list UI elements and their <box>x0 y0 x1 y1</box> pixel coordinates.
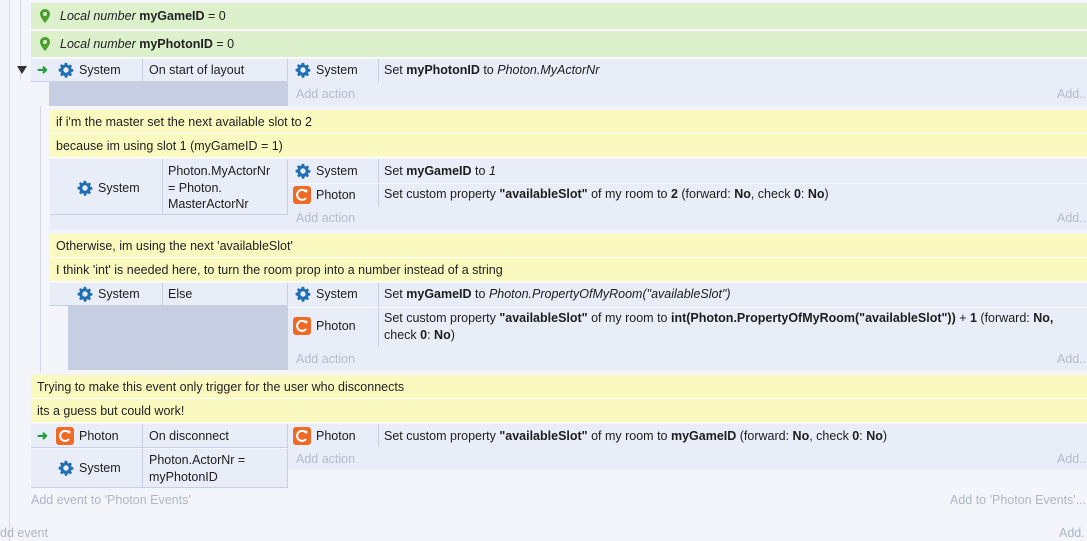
add-action-right-link[interactable]: Add.. <box>1057 211 1086 225</box>
plugin-name: Photon <box>316 319 356 333</box>
action-text[interactable]: Set myGameID to 1 <box>384 163 496 180</box>
condition-plugin: System <box>77 286 140 302</box>
action-text[interactable]: Set custom property "availableSlot" of m… <box>384 186 829 203</box>
action-text[interactable]: Set myPhotonID to Photon.MyActorNr <box>384 62 599 79</box>
condition-plugin: System <box>58 62 121 78</box>
photon-icon <box>56 427 74 445</box>
condition-plugin: System <box>77 180 140 196</box>
action-plugin: Photon <box>293 317 356 335</box>
action-text[interactable]: Set custom property "availableSlot" of m… <box>384 310 1087 343</box>
tree-guide-line <box>9 0 10 541</box>
trigger-arrow-icon: ➜ <box>37 62 48 77</box>
gear-icon <box>58 460 74 476</box>
plugin-name: System <box>98 287 140 301</box>
action-plugin: Photon <box>293 186 356 204</box>
event-indent-block <box>50 215 288 230</box>
plugin-name: System <box>79 461 121 475</box>
action-plugin: System <box>295 286 358 302</box>
add-action-link[interactable]: Add action <box>296 452 355 466</box>
location-pin-icon <box>40 9 50 23</box>
comment-row[interactable]: Trying to make this event only trigger f… <box>31 375 1087 399</box>
comment-row[interactable]: because im using slot 1 (myGameID = 1) <box>50 134 1087 158</box>
event-indent-block <box>68 306 288 370</box>
add-action-link[interactable]: Add action <box>296 211 355 225</box>
add-action-right-link[interactable]: Add.. <box>1057 352 1086 366</box>
gear-icon <box>295 286 311 302</box>
add-to-group-right-link[interactable]: Add to 'Photon Events'... <box>950 493 1086 507</box>
add-event-link[interactable]: dd event <box>0 526 48 540</box>
condition-plugin: System <box>58 460 121 476</box>
gear-icon <box>77 180 93 196</box>
add-action-right-link[interactable]: Add.. <box>1057 452 1086 466</box>
variable-text: Local number myGameID = 0 <box>60 9 226 23</box>
photon-icon <box>293 317 311 335</box>
action-plugin: System <box>295 163 358 179</box>
condition-plugin: Photon <box>56 427 119 445</box>
plugin-name: System <box>316 63 358 77</box>
comment-row[interactable]: if i'm the master set the next available… <box>50 110 1087 134</box>
condition-text[interactable]: Photon.MyActorNr = Photon. MasterActorNr <box>168 163 270 213</box>
plugin-name: System <box>316 287 358 301</box>
condition-text[interactable]: Photon.ActorNr = myPhotonID <box>149 452 245 485</box>
action-plugin: Photon <box>293 427 356 445</box>
variable-text: Local number myPhotonID = 0 <box>60 37 235 51</box>
comment-row[interactable]: Otherwise, im using the next 'availableS… <box>50 234 1087 258</box>
photon-icon <box>293 186 311 204</box>
plugin-name: Photon <box>316 188 356 202</box>
action-plugin: System <box>295 62 358 78</box>
location-pin-icon <box>40 37 50 51</box>
gear-icon <box>295 62 311 78</box>
action-text[interactable]: Set custom property "availableSlot" of m… <box>384 428 887 445</box>
plugin-name: System <box>79 63 121 77</box>
add-right-link[interactable]: Add. <box>1059 526 1085 540</box>
comment-row[interactable]: its a guess but could work! <box>31 399 1087 423</box>
add-action-right-link[interactable]: Add.. <box>1057 87 1086 101</box>
gear-icon <box>77 286 93 302</box>
variable-row[interactable]: Local number myPhotonID = 0 <box>31 31 1087 58</box>
trigger-arrow-icon: ➜ <box>37 428 48 443</box>
condition-text[interactable]: On disconnect <box>149 428 229 445</box>
gear-icon <box>295 163 311 179</box>
gear-icon <box>58 62 74 78</box>
variable-row[interactable]: Local number myGameID = 0 <box>31 3 1087 30</box>
add-action-link[interactable]: Add action <box>296 352 355 366</box>
plugin-name: System <box>316 164 358 178</box>
add-action-link[interactable]: Add action <box>296 87 355 101</box>
plugin-name: Photon <box>79 429 119 443</box>
add-event-to-group-link[interactable]: Add event to 'Photon Events' <box>31 493 191 507</box>
tree-guide-line <box>40 106 41 372</box>
collapse-triangle-icon[interactable] <box>16 64 28 76</box>
condition-text[interactable]: Else <box>168 286 192 303</box>
comment-row[interactable]: I think 'int' is needed here, to turn th… <box>50 258 1087 282</box>
plugin-name: System <box>98 181 140 195</box>
photon-icon <box>293 427 311 445</box>
action-text[interactable]: Set myGameID to Photon.PropertyOfMyRoom(… <box>384 286 731 303</box>
event-indent-block <box>49 82 288 106</box>
condition-text[interactable]: On start of layout <box>149 62 244 79</box>
plugin-name: Photon <box>316 429 356 443</box>
